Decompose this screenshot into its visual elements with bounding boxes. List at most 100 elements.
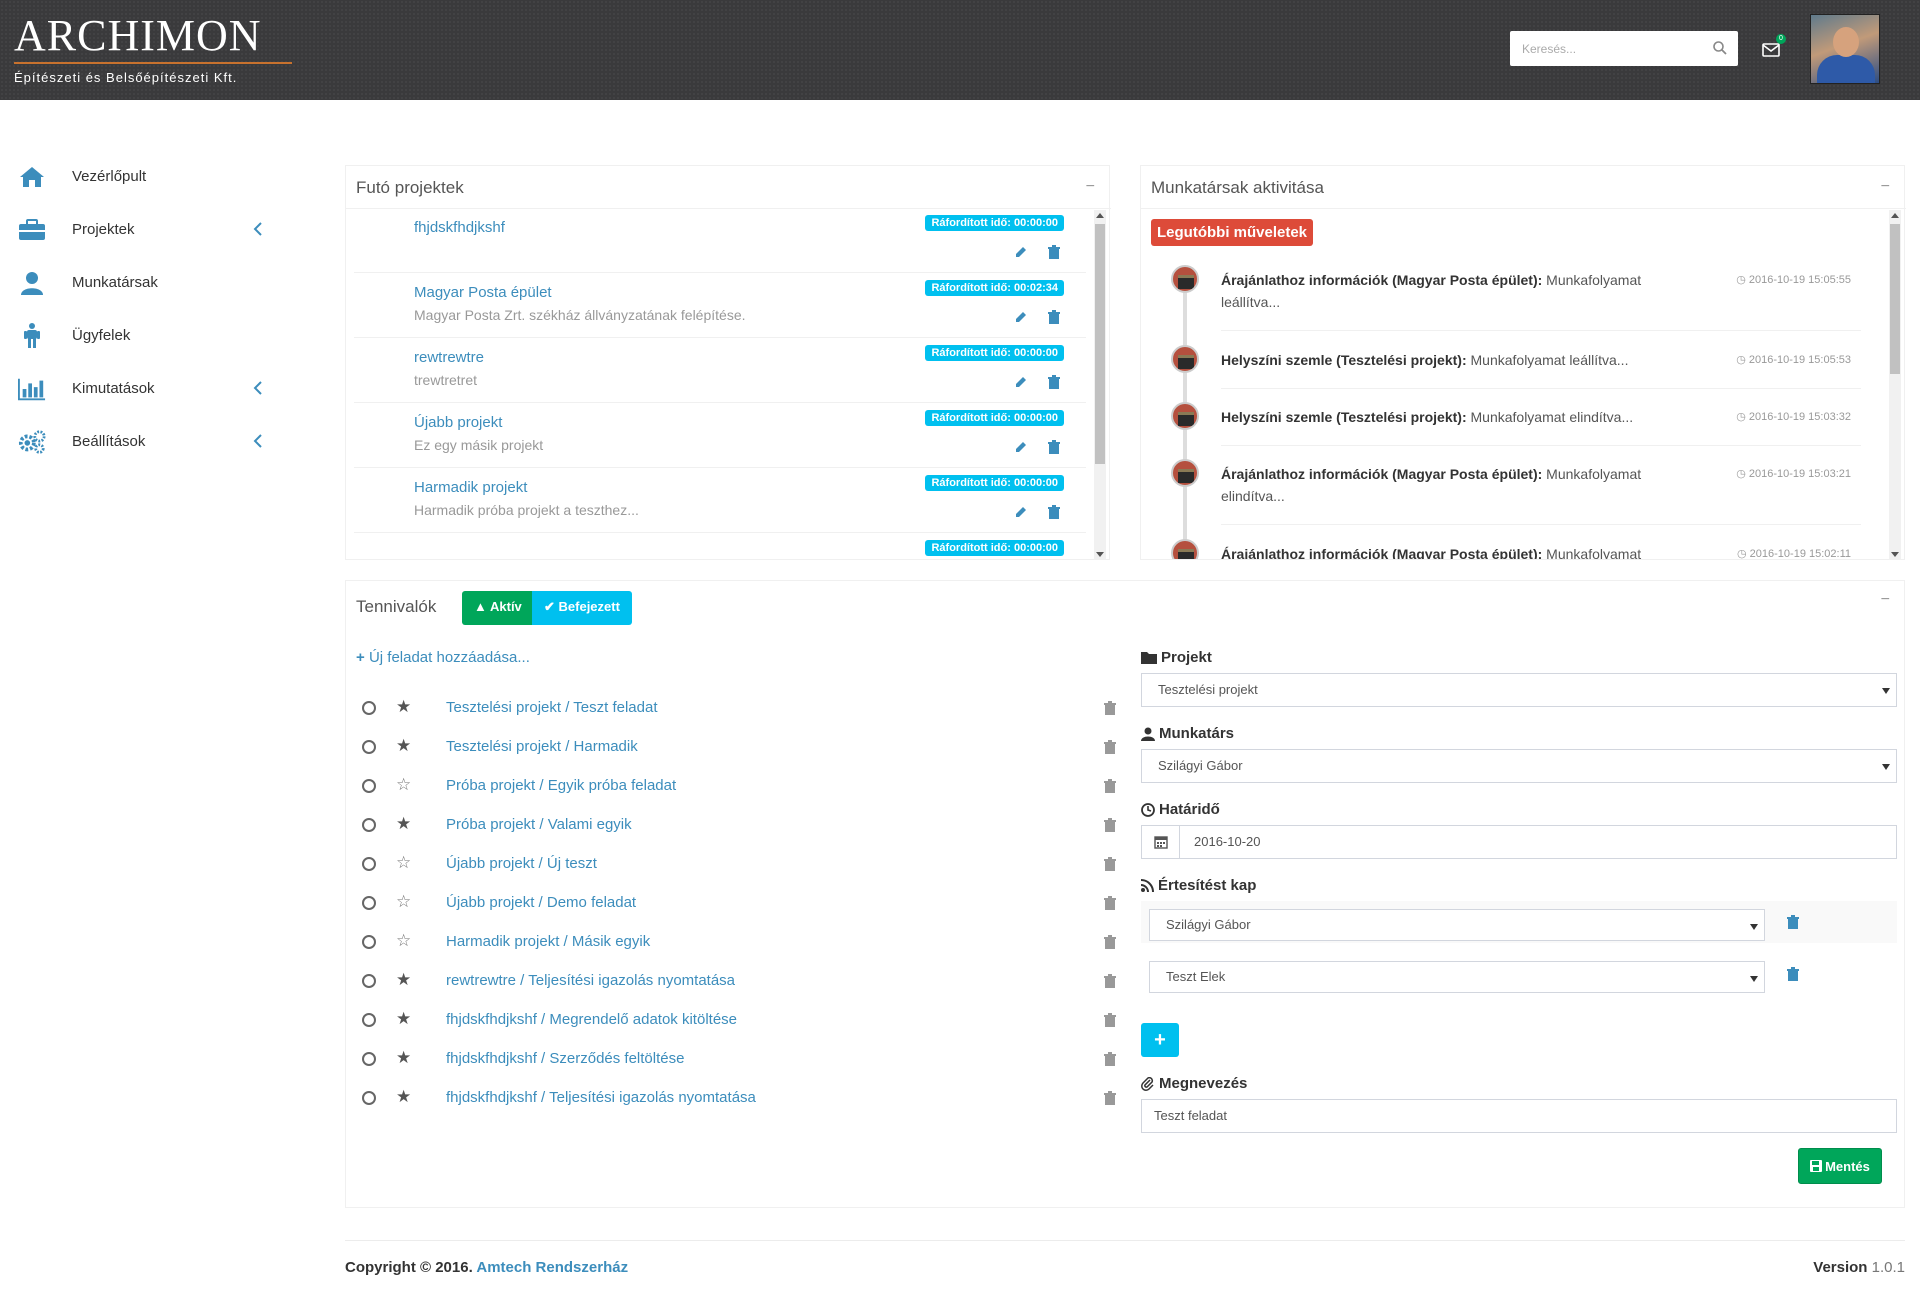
star-outline-icon[interactable]: ☆: [396, 854, 411, 872]
collapse-button[interactable]: −: [1881, 178, 1890, 196]
activity-scrollbar[interactable]: [1889, 210, 1901, 560]
save-button[interactable]: Mentés: [1798, 1148, 1882, 1184]
project-name[interactable]: Újabb projekt: [414, 414, 502, 431]
project-name[interactable]: rewtrewtre: [414, 349, 484, 366]
brand-logo[interactable]: ARCHIMON Építészeti és Belsőépítészeti K…: [14, 12, 294, 85]
star-filled-icon[interactable]: ★: [396, 815, 411, 833]
todo-text[interactable]: Újabb projekt / Új teszt: [446, 855, 597, 872]
collapse-button[interactable]: −: [1086, 178, 1095, 196]
trash-icon[interactable]: [1048, 375, 1060, 389]
star-outline-icon[interactable]: ☆: [396, 893, 411, 911]
scroll-up-icon[interactable]: [1891, 213, 1899, 218]
todo-text[interactable]: Próba projekt / Valami egyik: [446, 816, 632, 833]
sidebar: Vezérlőpult Projektek Munkatársak Ügyfel…: [0, 150, 280, 468]
scroll-thumb[interactable]: [1890, 224, 1900, 374]
trash-icon[interactable]: [1104, 1091, 1116, 1105]
sidebar-item-dashboard[interactable]: Vezérlőpult: [0, 150, 280, 203]
pencil-icon[interactable]: [1014, 505, 1028, 519]
todo-text[interactable]: Harmadik projekt / Másik egyik: [446, 933, 650, 950]
complete-radio[interactable]: [362, 1013, 376, 1027]
todo-text[interactable]: Tesztelési projekt / Harmadik: [446, 738, 638, 755]
trash-icon[interactable]: [1048, 505, 1060, 519]
scroll-down-icon[interactable]: [1096, 552, 1104, 557]
star-outline-icon[interactable]: ☆: [396, 776, 411, 794]
todo-text[interactable]: Újabb projekt / Demo feladat: [446, 894, 636, 911]
sidebar-item-clients[interactable]: Ügyfelek: [0, 309, 280, 362]
sidebar-item-employees[interactable]: Munkatársak: [0, 256, 280, 309]
complete-radio[interactable]: [362, 701, 376, 715]
project-select[interactable]: Tesztelési projekt: [1141, 673, 1897, 707]
employee-select[interactable]: Szilágyi Gábor: [1141, 749, 1897, 783]
projects-scrollbar[interactable]: [1094, 210, 1106, 560]
trash-icon[interactable]: [1787, 967, 1799, 981]
chevron-left-icon[interactable]: [252, 221, 264, 237]
add-task-link[interactable]: + Új feladat hozzáadása...: [356, 649, 530, 666]
todo-text[interactable]: fhjdskfhdjkshf / Megrendelő adatok kitöl…: [446, 1011, 737, 1028]
tab-active[interactable]: ▲ Aktív: [462, 591, 534, 625]
complete-radio[interactable]: [362, 779, 376, 793]
scroll-thumb[interactable]: [1095, 224, 1105, 464]
trash-icon[interactable]: [1048, 310, 1060, 324]
trash-icon[interactable]: [1104, 1013, 1116, 1027]
trash-icon[interactable]: [1048, 440, 1060, 454]
trash-icon[interactable]: [1048, 245, 1060, 259]
star-filled-icon[interactable]: ★: [396, 737, 411, 755]
todo-text[interactable]: rewtrewtre / Teljesítési igazolás nyomta…: [446, 972, 735, 989]
scroll-down-icon[interactable]: [1891, 552, 1899, 557]
star-outline-icon[interactable]: ☆: [396, 932, 411, 950]
complete-radio[interactable]: [362, 896, 376, 910]
todo-text[interactable]: fhjdskfhdjkshf / Szerződés feltöltése: [446, 1050, 684, 1067]
complete-radio[interactable]: [362, 818, 376, 832]
chevron-left-icon[interactable]: [252, 433, 264, 449]
todo-text[interactable]: Próba projekt / Egyik próba feladat: [446, 777, 676, 794]
trash-icon[interactable]: [1104, 857, 1116, 871]
search-input[interactable]: [1510, 31, 1700, 66]
chevron-left-icon[interactable]: [252, 380, 264, 396]
trash-icon[interactable]: [1104, 779, 1116, 793]
star-filled-icon[interactable]: ★: [396, 1049, 411, 1067]
trash-icon[interactable]: [1104, 740, 1116, 754]
project-name[interactable]: Harmadik projekt: [414, 479, 527, 496]
pencil-icon[interactable]: [1014, 440, 1028, 454]
task-name-input[interactable]: Teszt feladat: [1141, 1099, 1897, 1133]
sidebar-item-settings[interactable]: Beállítások: [0, 415, 280, 468]
complete-radio[interactable]: [362, 740, 376, 754]
star-filled-icon[interactable]: ★: [396, 1088, 411, 1106]
envelope-icon[interactable]: [1762, 42, 1780, 58]
trash-icon[interactable]: [1104, 1052, 1116, 1066]
star-filled-icon[interactable]: ★: [396, 971, 411, 989]
notify-select[interactable]: Szilágyi Gábor: [1149, 909, 1765, 941]
add-recipient-button[interactable]: +: [1141, 1023, 1179, 1057]
star-filled-icon[interactable]: ★: [396, 698, 411, 716]
trash-icon[interactable]: [1104, 974, 1116, 988]
complete-radio[interactable]: [362, 935, 376, 949]
company-link[interactable]: Amtech Rendszerház: [476, 1259, 628, 1276]
user-avatar[interactable]: [1810, 14, 1880, 84]
project-name[interactable]: Magyar Posta épület: [414, 284, 552, 301]
notify-select[interactable]: Teszt Elek: [1149, 961, 1765, 993]
deadline-input[interactable]: 2016-10-20: [1141, 825, 1897, 859]
trash-icon[interactable]: [1787, 915, 1799, 929]
complete-radio[interactable]: [362, 857, 376, 871]
pencil-icon[interactable]: [1014, 245, 1028, 259]
complete-radio[interactable]: [362, 1052, 376, 1066]
trash-icon[interactable]: [1104, 935, 1116, 949]
calendar-addon[interactable]: [1142, 826, 1180, 858]
todo-text[interactable]: Tesztelési projekt / Teszt feladat: [446, 699, 658, 716]
search-icon[interactable]: [1712, 40, 1728, 56]
project-name[interactable]: fhjdskfhdjkshf: [414, 219, 505, 236]
tab-done[interactable]: ✔ Befejezett: [532, 591, 632, 625]
todo-text[interactable]: fhjdskfhdjkshf / Teljesítési igazolás ny…: [446, 1089, 756, 1106]
trash-icon[interactable]: [1104, 818, 1116, 832]
sidebar-item-reports[interactable]: Kimutatások: [0, 362, 280, 415]
trash-icon[interactable]: [1104, 896, 1116, 910]
scroll-up-icon[interactable]: [1096, 213, 1104, 218]
complete-radio[interactable]: [362, 1091, 376, 1105]
pencil-icon[interactable]: [1014, 310, 1028, 324]
pencil-icon[interactable]: [1014, 375, 1028, 389]
trash-icon[interactable]: [1104, 701, 1116, 715]
sidebar-item-projects[interactable]: Projektek: [0, 203, 280, 256]
star-filled-icon[interactable]: ★: [396, 1010, 411, 1028]
avatar-shirt: [1817, 55, 1875, 83]
complete-radio[interactable]: [362, 974, 376, 988]
